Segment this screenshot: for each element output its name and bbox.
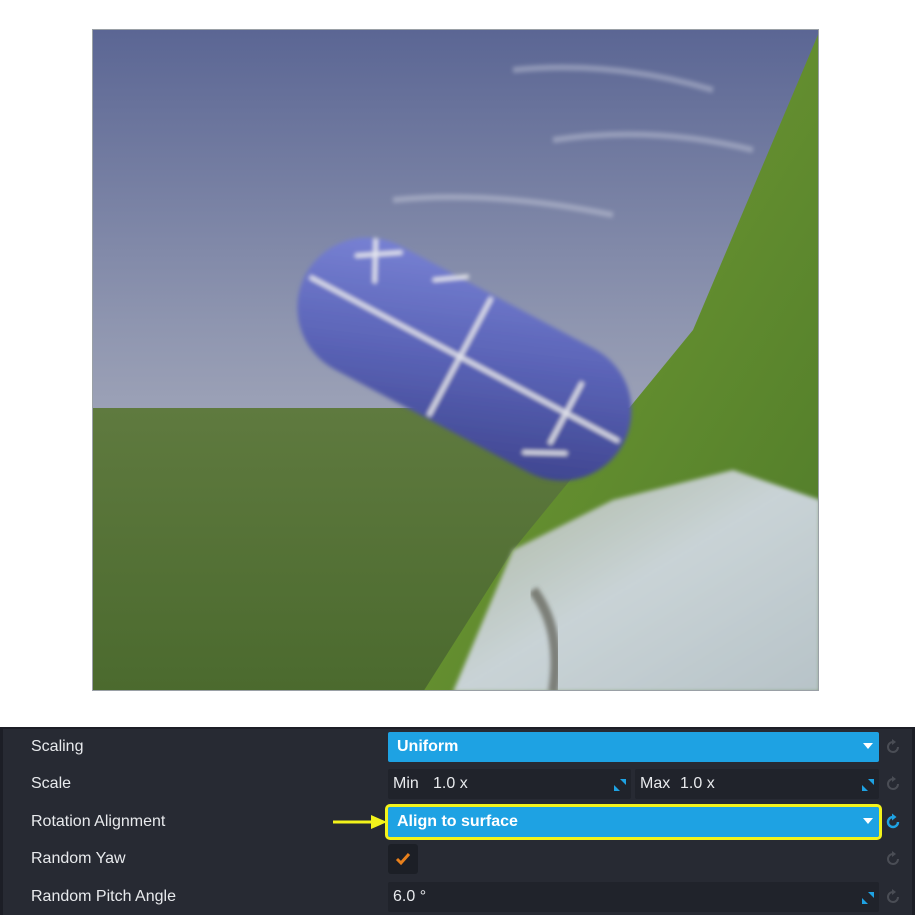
properties-panel: Scaling Uniform Scale Min 1.0 x Max 1.0 … [0,727,915,915]
drag-handle-icon[interactable] [614,779,626,791]
drag-handle-icon[interactable] [862,892,874,904]
scale-row: Scale Min 1.0 x Max 1.0 x [3,766,912,803]
chevron-down-icon [863,818,873,824]
rotation-alignment-label: Rotation Alignment [31,813,166,830]
scaling-dropdown-value: Uniform [397,738,459,755]
random-pitch-angle-value: 6.0 ° [393,888,427,905]
random-pitch-angle-field[interactable]: 6.0 ° [388,882,879,912]
scale-min-label: Min [393,775,419,792]
chevron-down-icon [863,743,873,749]
reset-icon[interactable] [883,887,903,907]
random-yaw-row: Random Yaw [3,841,912,878]
scale-label: Scale [31,775,72,792]
scale-max-label: Max [640,775,671,792]
random-pitch-angle-row: Random Pitch Angle 6.0 ° [3,879,912,916]
scaling-dropdown[interactable]: Uniform [388,732,879,762]
reset-icon[interactable] [883,812,903,832]
reset-icon[interactable] [883,774,903,794]
rotation-alignment-row: Rotation Alignment Align to surface [3,804,912,841]
random-yaw-checkbox[interactable] [388,844,418,874]
properties-panel-body: Scaling Uniform Scale Min 1.0 x Max 1.0 … [3,729,912,915]
random-pitch-angle-label: Random Pitch Angle [31,888,176,905]
scale-max-value: 1.0 x [680,775,715,792]
scale-min-value: 1.0 x [433,775,468,792]
scaling-label: Scaling [31,738,84,755]
scaling-row: Scaling Uniform [3,729,912,766]
scale-min-field[interactable]: Min 1.0 x [388,769,631,799]
scale-max-field[interactable]: Max 1.0 x [635,769,879,799]
pointer-arrow-icon [333,815,387,829]
random-yaw-label: Random Yaw [31,850,126,867]
reset-icon[interactable] [883,737,903,757]
rotation-alignment-dropdown[interactable]: Align to surface [385,804,882,840]
drag-handle-icon[interactable] [862,779,874,791]
preview-scene-image [93,30,818,690]
preview-viewport [92,29,819,691]
checkmark-icon [395,853,411,866]
reset-icon[interactable] [883,849,903,869]
rotation-alignment-dropdown-value: Align to surface [397,813,518,830]
